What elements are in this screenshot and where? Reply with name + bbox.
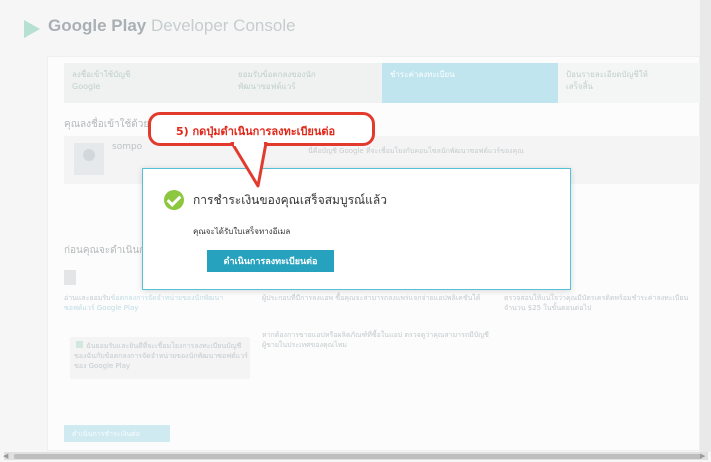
continue-registration-button[interactable]: ดำเนินการลงทะเบียนต่อ: [207, 250, 334, 272]
callout-pointer-icon: [230, 142, 268, 188]
success-check-icon: [164, 190, 184, 210]
dialog-subtitle: คุณจะได้รับใบเสร็จทางอีเมล: [193, 227, 291, 236]
callout-text: 5) กดปุ่มดำเนินการลงทะเบียนต่อ: [176, 125, 336, 138]
dialog-title: การชำระเงินของคุณเสร็จสมบูรณ์แล้ว: [193, 193, 387, 207]
